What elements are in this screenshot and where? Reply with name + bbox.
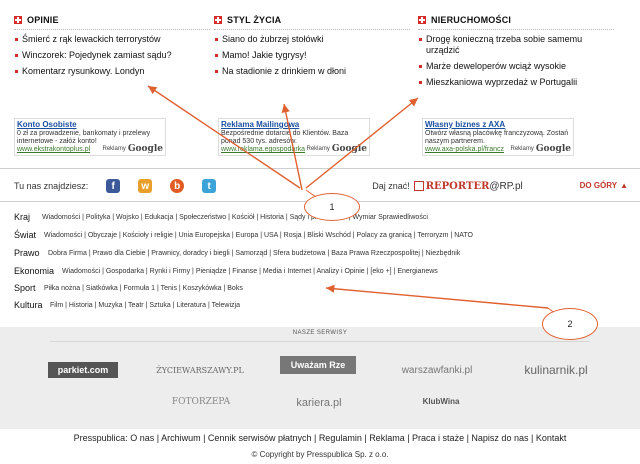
annotation-arrow [281, 103, 303, 191]
callout-2: 2 [542, 308, 598, 340]
annotation-arrow [147, 85, 301, 189]
annotation-overlay [147, 85, 557, 315]
annotation-arrow [305, 97, 419, 189]
callout-1: 1 [304, 193, 360, 221]
annotation-arrow [325, 284, 549, 309]
